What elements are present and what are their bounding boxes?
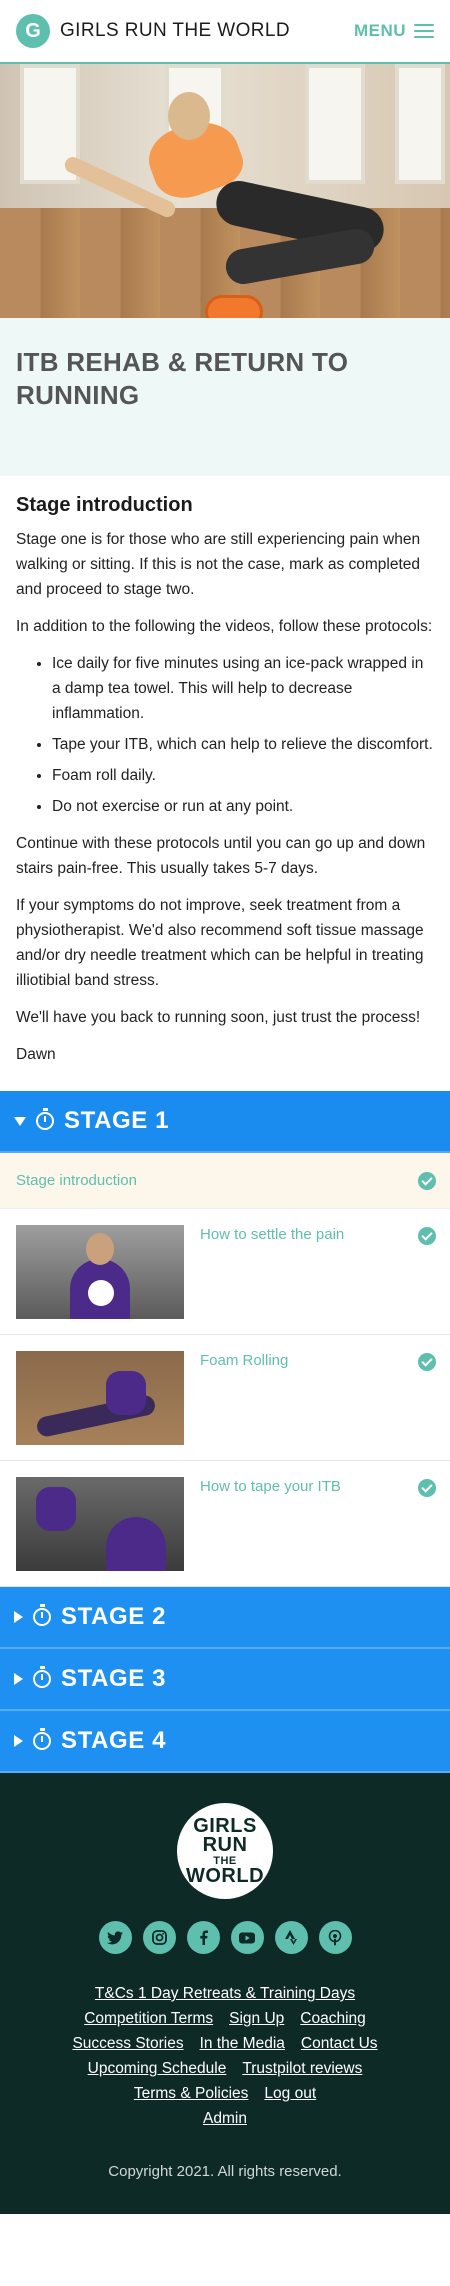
brand-name: GIRLS RUN THE WORLD: [60, 20, 290, 41]
caret-right-icon: [14, 1611, 23, 1623]
footer-logo[interactable]: GIRLS RUN THE WORLD: [177, 1803, 273, 1899]
stopwatch-icon: [33, 1604, 51, 1626]
lesson-how-to-tape-your-itb[interactable]: How to tape your ITB: [0, 1461, 450, 1587]
list-item: Do not exercise or run at any point.: [52, 794, 434, 819]
stage-title: STAGE 3: [61, 1665, 167, 1692]
footer-link-coaching[interactable]: Coaching: [300, 2009, 366, 2029]
stage-title: STAGE 2: [61, 1603, 167, 1630]
copyright: Copyright 2021. All rights reserved.: [108, 2163, 342, 2180]
check-circle-icon: [418, 1171, 436, 1190]
stage-1-header[interactable]: STAGE 1: [0, 1091, 450, 1153]
brand-link[interactable]: G GIRLS RUN THE WORLD: [16, 14, 290, 48]
lesson-how-to-settle-the-pain[interactable]: How to settle the pain: [0, 1209, 450, 1335]
list-item: Tape your ITB, which can help to relieve…: [52, 732, 434, 757]
list-item: Foam roll daily.: [52, 763, 434, 788]
stage-title: STAGE 1: [64, 1107, 170, 1134]
lesson-title: Stage introduction: [16, 1172, 137, 1189]
check-circle-icon: [418, 1227, 436, 1245]
footer-links: T&Cs 1 Day Retreats & Training Days Comp…: [72, 1984, 377, 2129]
lesson-title[interactable]: How to settle the pain: [200, 1225, 402, 1245]
hamburger-icon: [414, 24, 434, 38]
footer-link-success-stories[interactable]: Success Stories: [72, 2034, 183, 2054]
stage-2-header[interactable]: STAGE 2: [0, 1587, 450, 1649]
twitter-icon[interactable]: [98, 1921, 132, 1954]
facebook-icon[interactable]: [186, 1921, 220, 1954]
intro-paragraph: In addition to the following the videos,…: [16, 618, 433, 635]
protocol-list: Ice daily for five minutes using an ice-…: [38, 651, 434, 819]
page-title: ITB REHAB & RETURN TO RUNNING: [16, 347, 349, 410]
youtube-icon[interactable]: [230, 1921, 264, 1954]
video-thumbnail[interactable]: [16, 1351, 184, 1445]
stopwatch-icon: [33, 1666, 51, 1688]
intro-heading: Stage introduction: [16, 494, 193, 516]
menu-label: MENU: [353, 21, 406, 40]
check-circle-icon: [418, 1479, 436, 1497]
intro-paragraph: We'll have you back to running soon, jus…: [16, 1009, 421, 1026]
video-thumbnail[interactable]: [16, 1477, 184, 1571]
footer-link-upcoming-schedule[interactable]: Upcoming Schedule: [88, 2059, 227, 2079]
foam-roller: [205, 295, 263, 318]
intro-paragraph: Stage one is for those who are still exp…: [16, 531, 421, 598]
footer-link-log-out[interactable]: Log out: [264, 2084, 316, 2104]
video-thumbnail[interactable]: [16, 1225, 184, 1319]
stage-title: STAGE 4: [61, 1727, 167, 1754]
site-header: G GIRLS RUN THE WORLD MENU: [0, 0, 450, 64]
stage-3-header[interactable]: STAGE 3: [0, 1649, 450, 1711]
footer-link-in-the-media[interactable]: In the Media: [200, 2034, 285, 2054]
title-band: ITB REHAB & RETURN TO RUNNING: [0, 318, 450, 476]
footer-link-terms-policies[interactable]: Terms & Policies: [134, 2084, 249, 2104]
caret-right-icon: [14, 1735, 23, 1747]
footer-link-admin[interactable]: Admin: [203, 2109, 247, 2129]
caret-down-icon: [14, 1116, 26, 1126]
signature: Dawn: [16, 1046, 56, 1063]
lesson-stage-introduction[interactable]: Stage introduction: [0, 1153, 450, 1209]
footer-link-competition-terms[interactable]: Competition Terms: [84, 2009, 213, 2029]
logo-text: GIRLS: [193, 1814, 257, 1837]
stage-introduction: Stage introduction Stage one is for thos…: [0, 476, 450, 1091]
intro-paragraph: If your symptoms do not improve, seek tr…: [16, 897, 424, 989]
menu-button[interactable]: MENU: [354, 21, 434, 41]
site-footer: GIRLS RUN THE WORLD T&Cs 1 Day Retreats …: [0, 1773, 450, 2214]
intro-paragraph: Continue with these protocols until you …: [16, 835, 426, 877]
check-circle-icon: [418, 1353, 436, 1371]
stopwatch-icon: [33, 1728, 51, 1750]
caret-right-icon: [14, 1673, 23, 1685]
footer-link-trustpilot-reviews[interactable]: Trustpilot reviews: [242, 2059, 362, 2079]
strava-icon[interactable]: [274, 1921, 308, 1954]
logo-icon: G: [16, 14, 50, 48]
list-item: Ice daily for five minutes using an ice-…: [52, 651, 434, 726]
footer-link-sign-up[interactable]: Sign Up: [229, 2009, 284, 2029]
social-links: [98, 1921, 352, 1954]
logo-text: RUN: [202, 1833, 248, 1856]
hero-image: [0, 64, 450, 318]
instagram-icon[interactable]: [142, 1921, 176, 1954]
footer-link-contact-us[interactable]: Contact Us: [301, 2034, 378, 2054]
logo-text: WORLD: [185, 1864, 265, 1887]
lesson-title[interactable]: How to tape your ITB: [200, 1477, 402, 1497]
stopwatch-icon: [36, 1108, 54, 1130]
stage-4-header[interactable]: STAGE 4: [0, 1711, 450, 1773]
footer-link-tcs-retreats[interactable]: T&Cs 1 Day Retreats & Training Days: [95, 1984, 355, 2004]
podcast-icon[interactable]: [318, 1921, 352, 1954]
lesson-title[interactable]: Foam Rolling: [200, 1351, 402, 1371]
lesson-foam-rolling[interactable]: Foam Rolling: [0, 1335, 450, 1461]
